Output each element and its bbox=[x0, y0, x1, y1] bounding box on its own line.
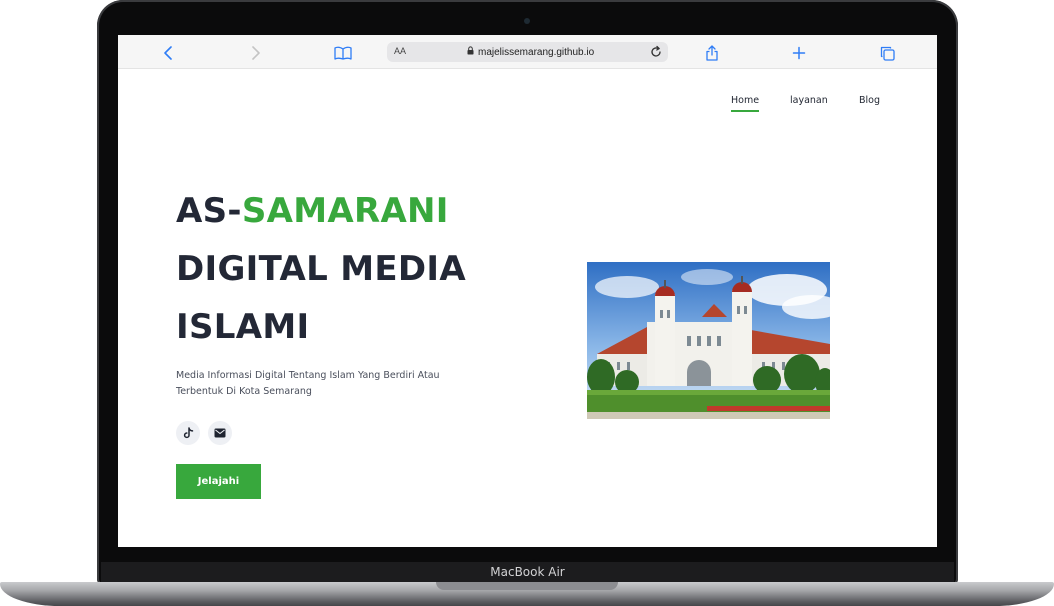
device-label: MacBook Air bbox=[490, 565, 565, 579]
hero-image-building bbox=[587, 262, 830, 419]
text-size-button[interactable]: AA bbox=[394, 46, 406, 56]
title-prefix: AS- bbox=[176, 191, 242, 231]
address-bar[interactable]: AA majelissemarang.github.io bbox=[387, 42, 668, 62]
title-accent: SAMARANI bbox=[241, 191, 449, 231]
forward-chevron-icon[interactable] bbox=[246, 43, 266, 63]
site-nav: Home layanan Blog bbox=[118, 95, 937, 115]
hero-title: AS-SAMARANI DIGITAL MEDIA ISLAMI bbox=[176, 182, 506, 356]
laptop-notch bbox=[436, 582, 618, 590]
tiktok-icon[interactable] bbox=[176, 421, 200, 445]
webcam bbox=[524, 18, 530, 24]
nav-item-blog[interactable]: Blog bbox=[859, 95, 880, 106]
url-display[interactable]: majelissemarang.github.io bbox=[467, 46, 594, 58]
hero-description: Media Informasi Digital Tentang Islam Ya… bbox=[176, 370, 440, 397]
browser-window: AA majelissemarang.github.io Home layana… bbox=[118, 35, 937, 547]
url-text: majelissemarang.github.io bbox=[478, 46, 595, 58]
explore-button[interactable]: Jelajahi bbox=[176, 464, 261, 499]
title-line-2: DIGITAL MEDIA bbox=[176, 249, 466, 289]
social-links bbox=[176, 421, 232, 445]
book-open-icon[interactable] bbox=[333, 43, 353, 63]
nav-item-layanan[interactable]: layanan bbox=[790, 95, 828, 106]
lock-icon bbox=[467, 46, 474, 58]
back-chevron-icon[interactable] bbox=[158, 43, 178, 63]
plus-icon[interactable] bbox=[789, 43, 809, 63]
share-icon[interactable] bbox=[702, 43, 722, 63]
reload-icon[interactable] bbox=[649, 45, 663, 59]
title-line-3: ISLAMI bbox=[176, 307, 310, 347]
browser-toolbar: AA majelissemarang.github.io bbox=[118, 35, 937, 69]
mail-icon[interactable] bbox=[208, 421, 232, 445]
nav-item-home[interactable]: Home bbox=[731, 95, 760, 112]
tabs-icon[interactable] bbox=[877, 43, 897, 63]
